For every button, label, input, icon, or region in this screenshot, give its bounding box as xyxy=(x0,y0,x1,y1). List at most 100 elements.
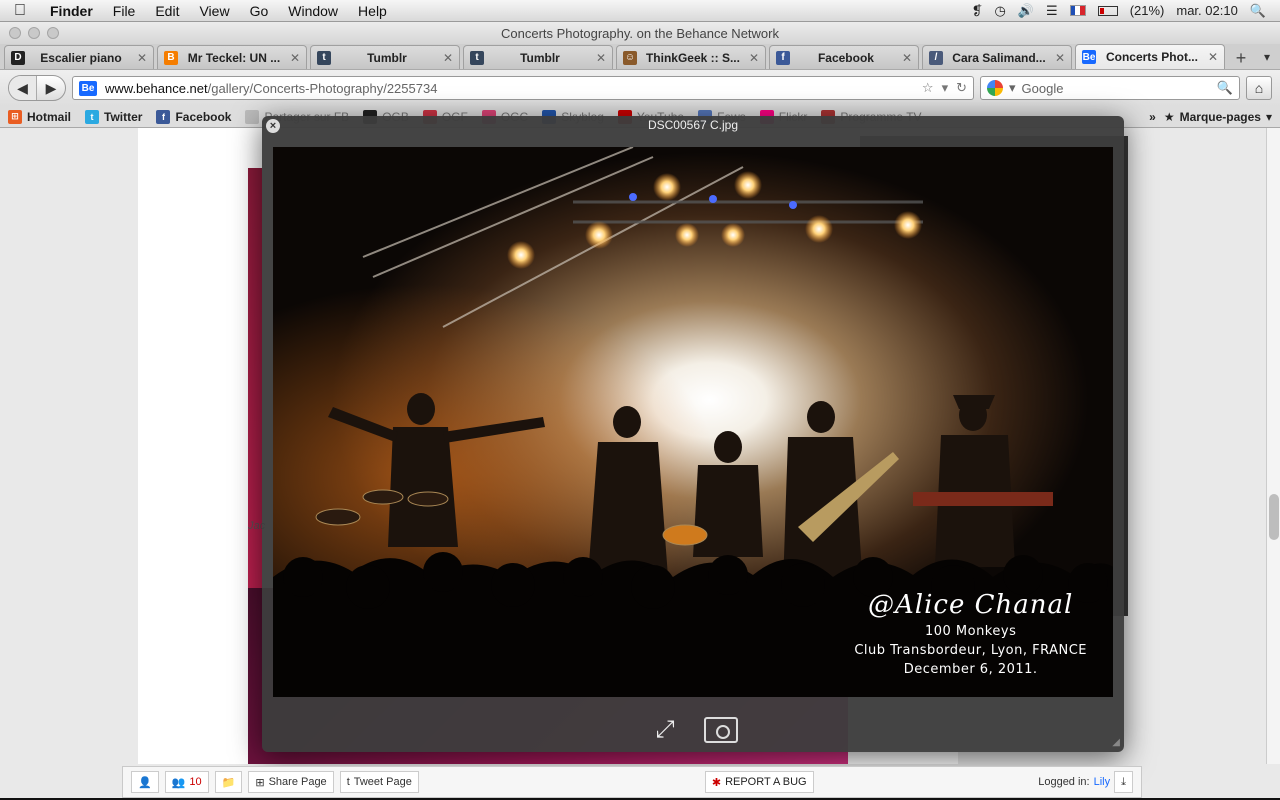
tab-favicon-icon: Be xyxy=(1082,50,1096,64)
battery-icon[interactable] xyxy=(1097,5,1118,16)
google-search-engine-icon[interactable] xyxy=(987,80,1003,96)
bug-icon: ✱ xyxy=(711,776,722,789)
battery-percent[interactable]: (21%) xyxy=(1130,3,1165,18)
close-tab-icon[interactable]: ✕ xyxy=(902,51,912,65)
tweet-page-button[interactable]: t Tweet Page xyxy=(339,771,419,793)
share-page-button[interactable]: ⊞ Share Page xyxy=(248,771,334,793)
url-bar[interactable]: Be www.behance.net/gallery/Concerts-Phot… xyxy=(72,76,974,100)
search-icon[interactable]: 🔍 xyxy=(1217,80,1233,96)
watermark-line: Club Transbordeur, Lyon, FRANCE xyxy=(854,643,1087,658)
home-button[interactable]: ⌂ xyxy=(1246,76,1272,100)
browser-tab[interactable]: / Cara Salimand... ✕ xyxy=(922,45,1072,69)
input-source-flag-icon[interactable] xyxy=(1069,5,1086,16)
close-tab-icon[interactable]: ✕ xyxy=(1208,50,1218,64)
menu-go[interactable]: Go xyxy=(240,3,279,19)
search-engine-dropdown-icon[interactable]: ▾ xyxy=(1009,80,1016,96)
bookmark-icon xyxy=(245,109,260,124)
tab-favicon-icon: t xyxy=(470,50,484,65)
concert-photo: @Alice Chanal 100 Monkeys Club Transbord… xyxy=(273,147,1113,697)
behance-bottom-bar: 👤 👥 10 📁 ⊞ Share Page t Tweet Page ✱ REPORT … xyxy=(122,766,1142,798)
menu-file[interactable]: File xyxy=(103,3,146,19)
reload-icon[interactable]: ↻ xyxy=(956,80,967,96)
spotlight-icon[interactable]: 🔍 xyxy=(1250,3,1266,19)
tab-label: ThinkGeek :: S... xyxy=(645,50,740,65)
bookmark-item[interactable]: t Twitter xyxy=(85,109,142,124)
fullscreen-icon[interactable]: ⤢ xyxy=(647,713,683,747)
resize-handle-icon[interactable]: ◢ xyxy=(1112,737,1120,748)
close-window-button[interactable] xyxy=(9,27,21,39)
close-tab-icon[interactable]: ✕ xyxy=(1055,51,1065,65)
search-placeholder[interactable]: Google xyxy=(1022,81,1211,96)
camera-icon xyxy=(704,717,738,743)
folder-button[interactable]: 📁 xyxy=(214,771,243,793)
twitter-icon: t xyxy=(346,776,350,788)
wifi-icon[interactable]: ☰ xyxy=(1046,3,1058,19)
tab-label: Cara Salimand... xyxy=(952,50,1046,65)
bookmarks-overflow-icon[interactable]: » xyxy=(1149,110,1156,124)
collapse-bar-button[interactable]: ⤓ xyxy=(1114,771,1133,793)
behance-favicon-icon: Be xyxy=(79,80,97,96)
window-title: Concerts Photography. on the Behance Net… xyxy=(501,25,779,41)
menu-clock[interactable]: mar. 02:10 xyxy=(1176,3,1237,18)
window-controls xyxy=(9,27,59,39)
watermark-signature: @Alice Chanal xyxy=(867,590,1074,620)
menu-edit[interactable]: Edit xyxy=(145,3,189,19)
browser-tab[interactable]: D Escalier piano ✕ xyxy=(4,45,154,69)
profile-button[interactable]: 👤 xyxy=(131,771,159,793)
bookmark-star-icon[interactable]: ☆ xyxy=(922,80,934,96)
bookmark-icon: t xyxy=(85,109,100,124)
new-tab-button[interactable]: + xyxy=(1228,47,1254,69)
report-bug-button[interactable]: ✱ REPORT A BUG xyxy=(704,771,814,793)
menu-window[interactable]: Window xyxy=(278,3,348,19)
viewer-toolbar: ⤢ xyxy=(262,708,1124,752)
navigation-bar: ◀ ▶ Be www.behance.net/gallery/Concerts-… xyxy=(0,70,1280,106)
add-to-iphoto-button[interactable] xyxy=(703,713,739,747)
url-text[interactable]: www.behance.net/gallery/Concerts-Photogr… xyxy=(105,81,914,96)
user-link[interactable]: Lily xyxy=(1094,776,1111,788)
apple-menu-icon[interactable]:  xyxy=(0,2,40,20)
history-buttons: ◀ ▶ xyxy=(8,75,66,101)
url-dropdown-icon[interactable]: ▾ xyxy=(942,80,949,96)
bookmarks-menu-label: Marque-pages xyxy=(1179,109,1261,124)
browser-tab[interactable]: t Tumblr ✕ xyxy=(310,45,460,69)
image-viewer: × DSC00567 C.jpg @Alice Chanal 100 Monke… xyxy=(262,116,1124,752)
menu-help[interactable]: Help xyxy=(348,3,397,19)
forward-button[interactable]: ▶ xyxy=(37,76,65,100)
gallery-thumbnail[interactable] xyxy=(248,168,262,628)
browser-tab[interactable]: ☺ ThinkGeek :: S... ✕ xyxy=(616,45,766,69)
tab-list-icon[interactable]: ▾ xyxy=(1264,50,1270,64)
close-tab-icon[interactable]: ✕ xyxy=(749,51,759,65)
menu-view[interactable]: View xyxy=(189,3,239,19)
volume-icon[interactable]: 🔊 xyxy=(1018,3,1034,19)
close-tab-icon[interactable]: ✕ xyxy=(137,51,147,65)
bookmark-item[interactable]: f Facebook xyxy=(156,109,231,124)
watermark-line: 100 Monkeys xyxy=(924,624,1017,639)
window-titlebar: Concerts Photography. on the Behance Net… xyxy=(0,22,1280,44)
menu-app[interactable]: Finder xyxy=(40,3,103,19)
plus-icon: ⊞ xyxy=(255,776,265,789)
back-button[interactable]: ◀ xyxy=(9,76,37,100)
tab-label: Escalier piano xyxy=(40,50,122,65)
photo-watermark: @Alice Chanal 100 Monkeys Club Transbord… xyxy=(854,590,1087,677)
bookmark-item[interactable]: ⊞ Hotmail xyxy=(8,109,71,124)
close-tab-icon[interactable]: ✕ xyxy=(443,51,453,65)
tab-bar: D Escalier piano ✕ B Mr Teckel: UN ... ✕ t Tumb… xyxy=(0,44,1280,70)
minimize-window-button[interactable] xyxy=(28,27,40,39)
notifications-button[interactable]: 👥 10 xyxy=(164,771,209,793)
time-machine-icon[interactable]: ◷ xyxy=(995,3,1006,19)
browser-tab[interactable]: f Facebook ✕ xyxy=(769,45,919,69)
browser-tab[interactable]: Be Concerts Phot... ✕ xyxy=(1075,44,1225,69)
page-scrollbar[interactable] xyxy=(1266,128,1280,764)
zoom-window-button[interactable] xyxy=(47,27,59,39)
close-tab-icon[interactable]: ✕ xyxy=(596,51,606,65)
search-box[interactable]: ▾ Google 🔍 xyxy=(980,76,1240,100)
browser-tab[interactable]: B Mr Teckel: UN ... ✕ xyxy=(157,45,307,69)
tab-label: Tumblr xyxy=(520,50,560,65)
bluetooth-icon[interactable]: ❡ xyxy=(972,3,983,19)
tab-favicon-icon: f xyxy=(776,50,790,65)
bookmarks-menu[interactable]: ★ Marque-pages ▾ xyxy=(1164,110,1272,124)
tab-label: Mr Teckel: UN ... xyxy=(187,50,281,65)
scrollbar-thumb[interactable] xyxy=(1269,494,1279,540)
close-tab-icon[interactable]: ✕ xyxy=(290,51,300,65)
browser-tab[interactable]: t Tumblr ✕ xyxy=(463,45,613,69)
